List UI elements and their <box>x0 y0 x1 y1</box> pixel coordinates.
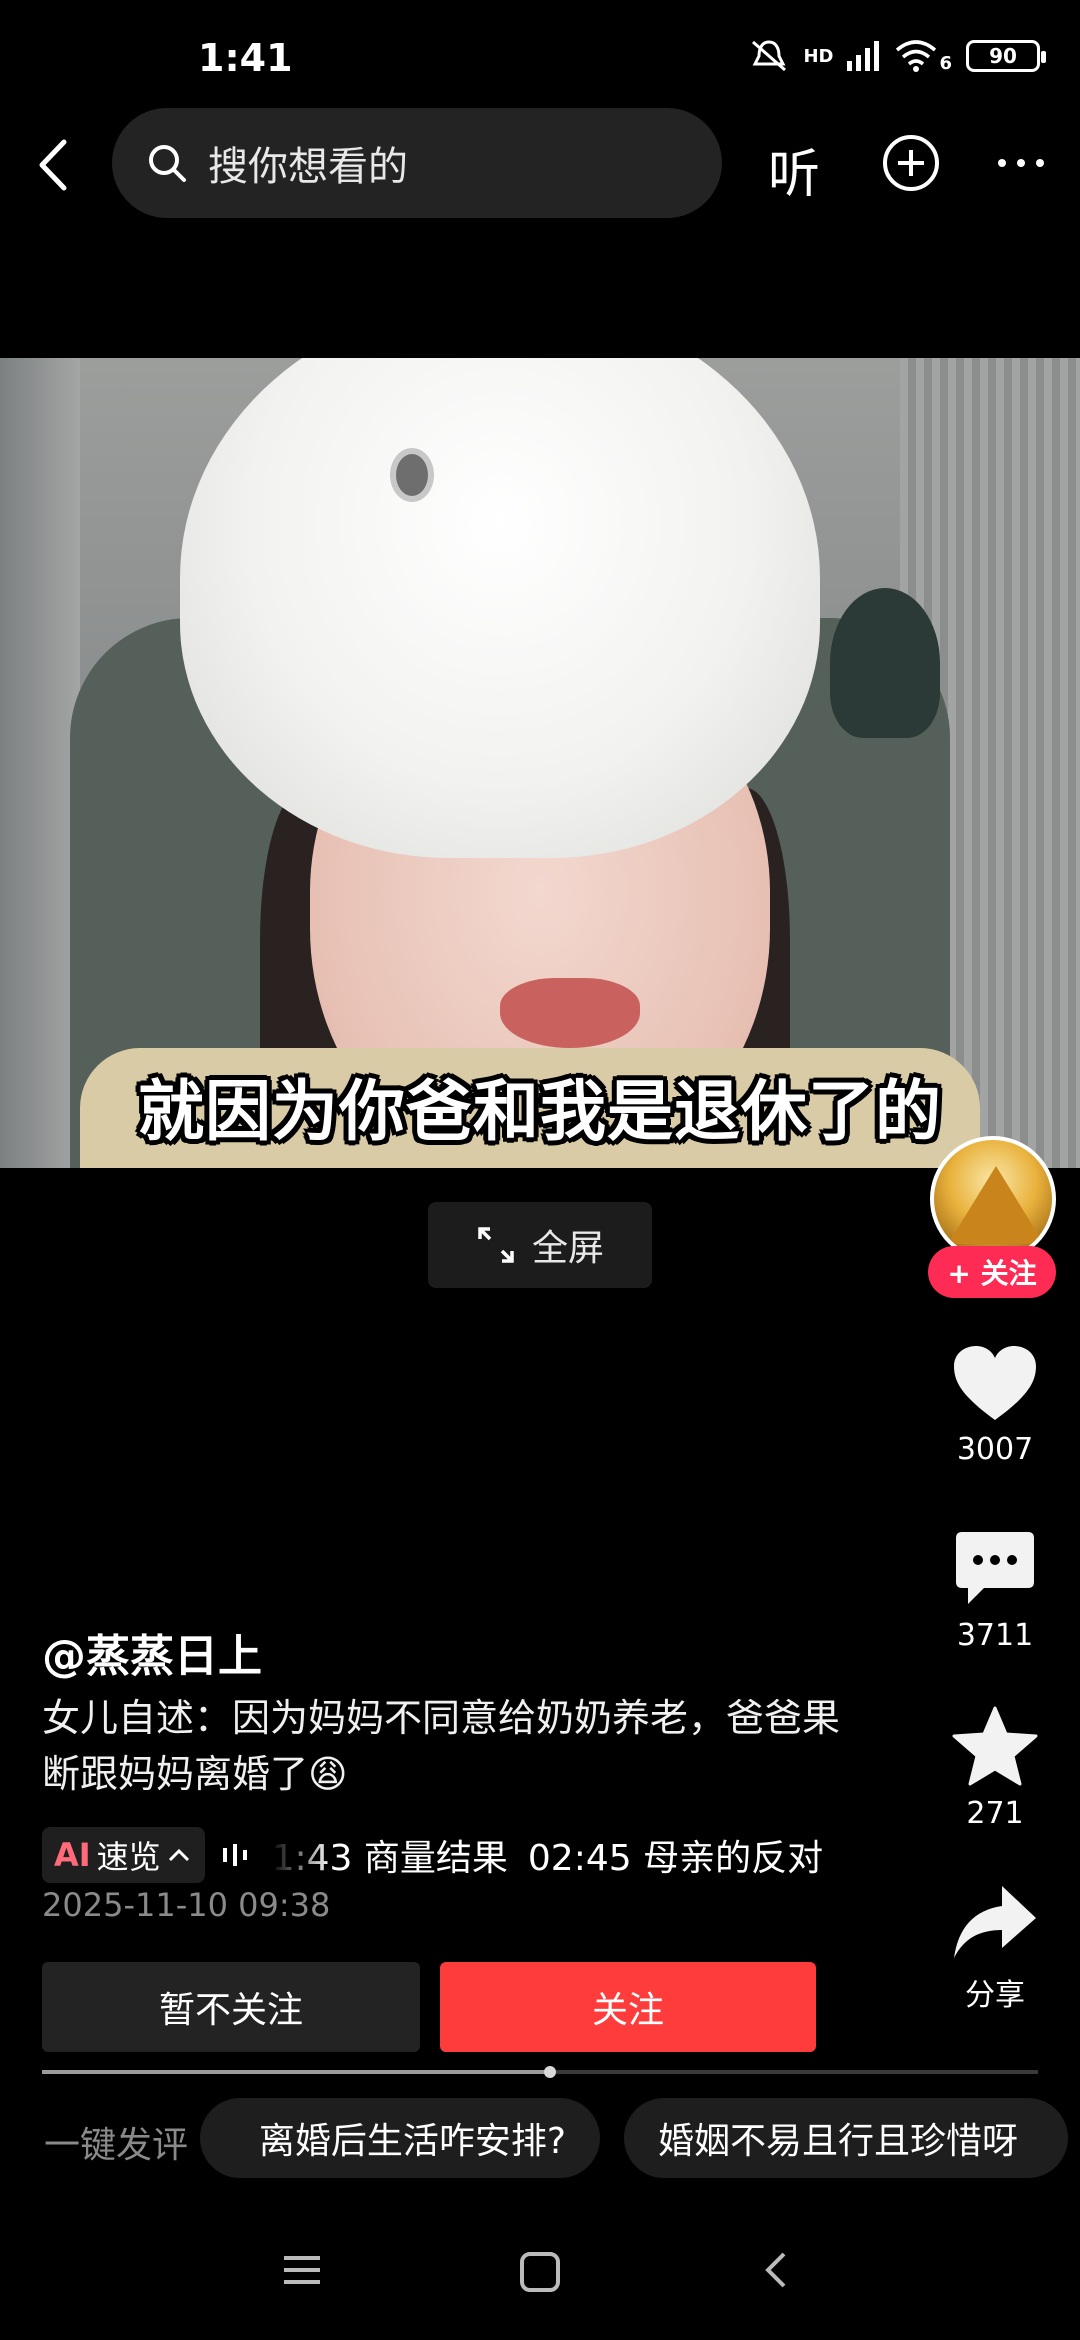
comment-button[interactable]: 3711 <box>920 1530 1070 1653</box>
video-player[interactable]: 就因为你爸和我是退休了的 <box>0 358 1080 1168</box>
back-icon[interactable] <box>24 134 86 196</box>
avatar-mountain <box>948 1166 1044 1244</box>
avatar-follow-button[interactable]: + 关注 <box>928 1246 1056 1298</box>
quick-comment-row: 一键发评 离婚后生活咋安排? 婚姻不易且行且珍惜呀 <box>0 2098 1080 2180</box>
quick-comment-chip[interactable]: 离婚后生活咋安排? <box>200 2098 600 2178</box>
ai-badge: AI <box>54 1836 91 1874</box>
chevron-up-icon <box>168 1848 189 1862</box>
fullscreen-button[interactable]: 全屏 <box>428 1202 652 1288</box>
battery-indicator: 90 <box>966 40 1046 72</box>
add-icon[interactable] <box>880 132 942 194</box>
signal-icon <box>847 41 880 71</box>
mute-icon <box>752 40 787 72</box>
home-icon[interactable] <box>518 2250 562 2294</box>
video-figurine <box>830 588 940 738</box>
top-nav: 搜你想看的 听 <box>0 108 1080 222</box>
status-time: 1:41 <box>198 36 293 80</box>
wifi-icon <box>896 40 937 72</box>
like-button[interactable]: 3007 <box>920 1344 1070 1467</box>
chapter-list[interactable]: 01:43 商量结果 02:45 母亲的反对 <box>271 1827 901 1883</box>
chapter-item[interactable]: 01:43 商量结果 <box>271 1829 508 1881</box>
video-hat <box>180 358 820 858</box>
share-label: 分享 <box>965 1978 1025 2013</box>
not-now-button[interactable]: 暂不关注 <box>42 1962 420 2052</box>
video-mouth <box>500 978 640 1048</box>
star-icon <box>952 1706 1038 1786</box>
ai-summary-button[interactable]: AI 速览 <box>42 1827 205 1883</box>
like-count: 3007 <box>956 1432 1034 1467</box>
system-nav-bar <box>0 2230 1080 2320</box>
wifi-label: 6 <box>939 52 952 74</box>
network-label: HD <box>803 45 834 67</box>
hat-badge <box>390 448 434 502</box>
fullscreen-label: 全屏 <box>531 1228 604 1269</box>
post-date: 2025-11-10 09:38 <box>42 1886 331 1924</box>
search-input[interactable]: 搜你想看的 <box>112 108 722 218</box>
audio-wave-icon <box>222 1844 247 1866</box>
progress-fill <box>42 2070 550 2074</box>
status-icons: HD 6 90 <box>749 38 1046 74</box>
menu-icon[interactable] <box>280 2250 324 2290</box>
expand-icon <box>478 1227 514 1263</box>
author-avatar[interactable] <box>930 1136 1056 1262</box>
favorite-button[interactable]: 271 <box>920 1706 1070 1831</box>
share-icon <box>954 1886 1036 1958</box>
favorite-count: 271 <box>966 1796 1024 1831</box>
nav-back-icon[interactable] <box>756 2250 796 2290</box>
ai-summary-row: AI 速览 01:43 商量结果 02:45 母亲的反对 <box>42 1826 901 1884</box>
comment-icon <box>956 1532 1034 1604</box>
comment-count: 3711 <box>956 1618 1034 1653</box>
video-caption: 就因为你爸和我是退休了的 <box>138 1073 942 1150</box>
video-progress-bar[interactable] <box>42 2066 1038 2078</box>
author-name[interactable]: @蒸蒸日上 <box>42 1620 262 1684</box>
status-bar: 1:41 HD 6 90 <box>0 0 1080 112</box>
search-icon <box>149 145 186 182</box>
quick-comment-chip[interactable]: 婚姻不易且行且珍惜呀 <box>624 2098 1068 2178</box>
quick-comment-label: 一键发评 <box>44 2125 189 2166</box>
progress-knob[interactable] <box>543 2066 556 2078</box>
share-button[interactable]: 分享 <box>920 1884 1070 2014</box>
follow-button[interactable]: 关注 <box>440 1962 816 2052</box>
search-placeholder: 搜你想看的 <box>208 144 408 190</box>
ai-summary-label: 速览 <box>96 1838 161 1876</box>
chapter-item[interactable]: 02:45 母亲的反对 <box>528 1829 823 1881</box>
heart-icon <box>954 1346 1036 1420</box>
video-background-left <box>0 358 80 1168</box>
battery-level: 90 <box>989 44 1017 68</box>
post-description: 女儿自述：因为妈妈不同意给奶奶养老，爸爸果断跟妈妈离婚了😩 <box>42 1696 841 1796</box>
more-icon[interactable] <box>990 132 1052 194</box>
listen-button[interactable]: 听 <box>768 132 820 207</box>
